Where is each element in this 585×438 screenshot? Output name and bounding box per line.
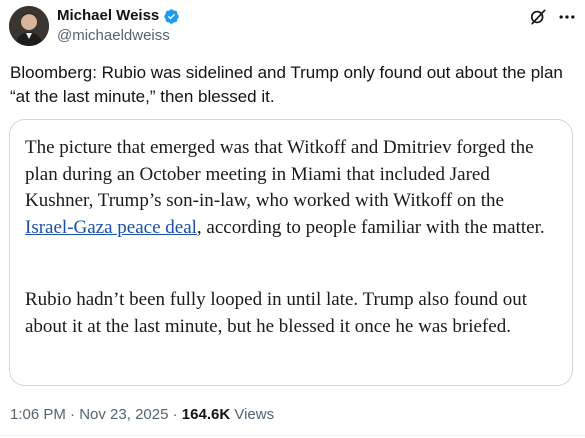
views-label: Views <box>234 406 275 423</box>
tweet-time[interactable]: 1:06 PM <box>10 406 66 423</box>
avatar-image <box>9 6 49 46</box>
quote-link[interactable]: Israel-Gaza peace deal <box>25 217 197 238</box>
quote-card[interactable]: The picture that emerged was that Witkof… <box>9 119 573 386</box>
divider <box>0 435 585 436</box>
tweet-meta: 1:06 PM · Nov 23, 2025 · 164.6K Views <box>10 405 274 425</box>
tweet-date[interactable]: Nov 23, 2025 <box>79 406 168 423</box>
quote-text-after-link: , according to people familiar with the … <box>196 216 545 238</box>
avatar[interactable] <box>9 6 49 46</box>
grok-icon[interactable] <box>528 7 548 27</box>
views-count: 164.6K <box>181 406 231 423</box>
author-handle[interactable]: @michaeldweiss <box>57 27 170 45</box>
meta-separator: · <box>70 406 76 423</box>
meta-separator: · <box>172 406 178 423</box>
author-name[interactable]: Michael Weiss <box>57 7 159 25</box>
more-options-icon[interactable] <box>557 7 577 27</box>
quote-text-before-link: The picture that emerged was that Witkof… <box>25 137 534 211</box>
quote-paragraph-2: Rubio hadn’t been fully looped in until … <box>25 289 528 337</box>
tweet-text: Bloomberg: Rubio was sidelined and Trump… <box>10 63 563 106</box>
verified-badge-icon <box>164 9 179 24</box>
quote-paragraph-1: The picture that emerged was that Witkof… <box>25 135 550 241</box>
